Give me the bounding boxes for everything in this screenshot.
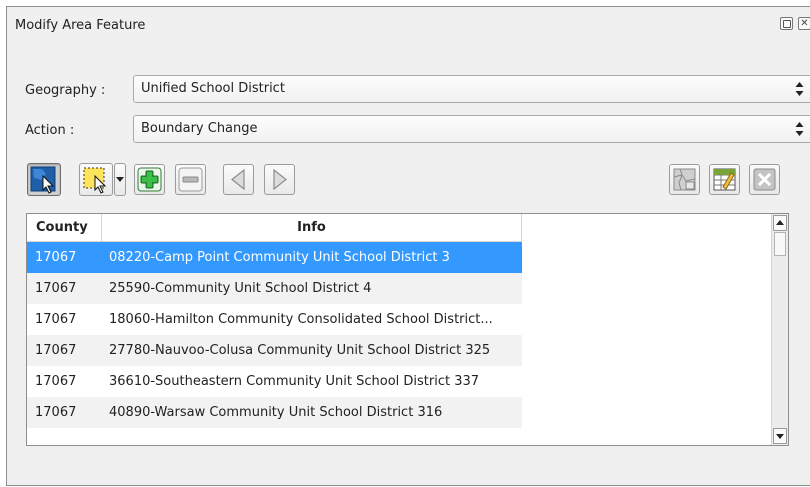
vertical-scrollbar[interactable] — [771, 214, 788, 445]
select-feature-icon — [30, 166, 56, 194]
map-edit-button[interactable] — [669, 164, 700, 195]
close-icon[interactable]: ✕ — [798, 17, 810, 30]
scroll-up-button[interactable] — [773, 215, 787, 231]
table-row[interactable]: 17067 40890-Warsaw Community Unit School… — [27, 397, 522, 428]
remove-button[interactable] — [175, 164, 206, 195]
previous-button[interactable] — [223, 164, 254, 195]
select-rectangle-icon — [83, 167, 107, 194]
cell-county: 17067 — [35, 281, 77, 296]
cell-county: 17067 — [35, 250, 77, 265]
features-table: County Info 17067 08220-Camp Point Commu… — [26, 213, 789, 446]
action-value: Boundary Change — [141, 121, 258, 136]
action-label: Action : — [25, 123, 75, 138]
action-combo[interactable]: Boundary Change — [133, 115, 810, 143]
previous-icon — [231, 168, 245, 191]
table-row[interactable]: 17067 36610-Southeastern Community Unit … — [27, 366, 522, 397]
table-row[interactable]: 17067 27780-Nauvoo-Colusa Community Unit… — [27, 335, 522, 366]
cell-county: 17067 — [35, 374, 77, 389]
panel-title: Modify Area Feature — [15, 18, 146, 33]
add-icon — [137, 167, 162, 192]
table-row[interactable]: 17067 18060-Hamilton Community Consolida… — [27, 304, 522, 335]
table-row[interactable]: 17067 25590-Community Unit School Distri… — [27, 273, 522, 304]
next-button[interactable] — [264, 164, 295, 195]
select-feature-button[interactable] — [27, 163, 61, 196]
arrow-up-icon — [776, 220, 784, 225]
geography-combo[interactable]: Unified School District — [133, 75, 810, 103]
remove-icon — [178, 167, 203, 192]
scroll-thumb[interactable] — [774, 232, 786, 256]
add-button[interactable] — [134, 164, 165, 195]
arrow-down-icon — [776, 434, 784, 439]
cell-info: 40890-Warsaw Community Unit School Distr… — [109, 405, 443, 420]
dropdown-arrow-icon — [116, 177, 124, 182]
cell-county: 17067 — [35, 343, 77, 358]
next-icon — [273, 168, 287, 191]
column-header-county[interactable]: County — [27, 214, 102, 242]
cell-county: 17067 — [35, 312, 77, 327]
updown-arrows-icon — [795, 82, 804, 96]
column-header-info[interactable]: Info — [102, 214, 522, 242]
select-rectangle-button[interactable] — [79, 163, 113, 196]
cancel-button[interactable] — [749, 164, 780, 195]
cell-info: 18060-Hamilton Community Consolidated Sc… — [109, 312, 493, 327]
cancel-icon — [753, 168, 776, 191]
table-edit-button[interactable] — [709, 164, 740, 195]
cell-county: 17067 — [35, 405, 77, 420]
scroll-down-button[interactable] — [773, 428, 787, 444]
table-row[interactable]: 17067 08220-Camp Point Community Unit Sc… — [27, 242, 522, 273]
select-mode-dropdown[interactable] — [114, 163, 126, 196]
panel-titlebar: Modify Area Feature ✕ — [7, 7, 810, 43]
cell-info: 08220-Camp Point Community Unit School D… — [109, 250, 450, 265]
geography-value: Unified School District — [141, 81, 285, 96]
table-edit-icon — [713, 168, 736, 191]
cell-info: 36610-Southeastern Community Unit School… — [109, 374, 480, 389]
float-icon[interactable] — [780, 17, 793, 30]
cell-info: 25590-Community Unit School District 4 — [109, 281, 372, 296]
map-edit-icon — [673, 168, 696, 191]
updown-arrows-icon — [795, 122, 804, 136]
geography-label: Geography : — [25, 83, 106, 98]
cell-info: 27780-Nauvoo-Colusa Community Unit Schoo… — [109, 343, 491, 358]
